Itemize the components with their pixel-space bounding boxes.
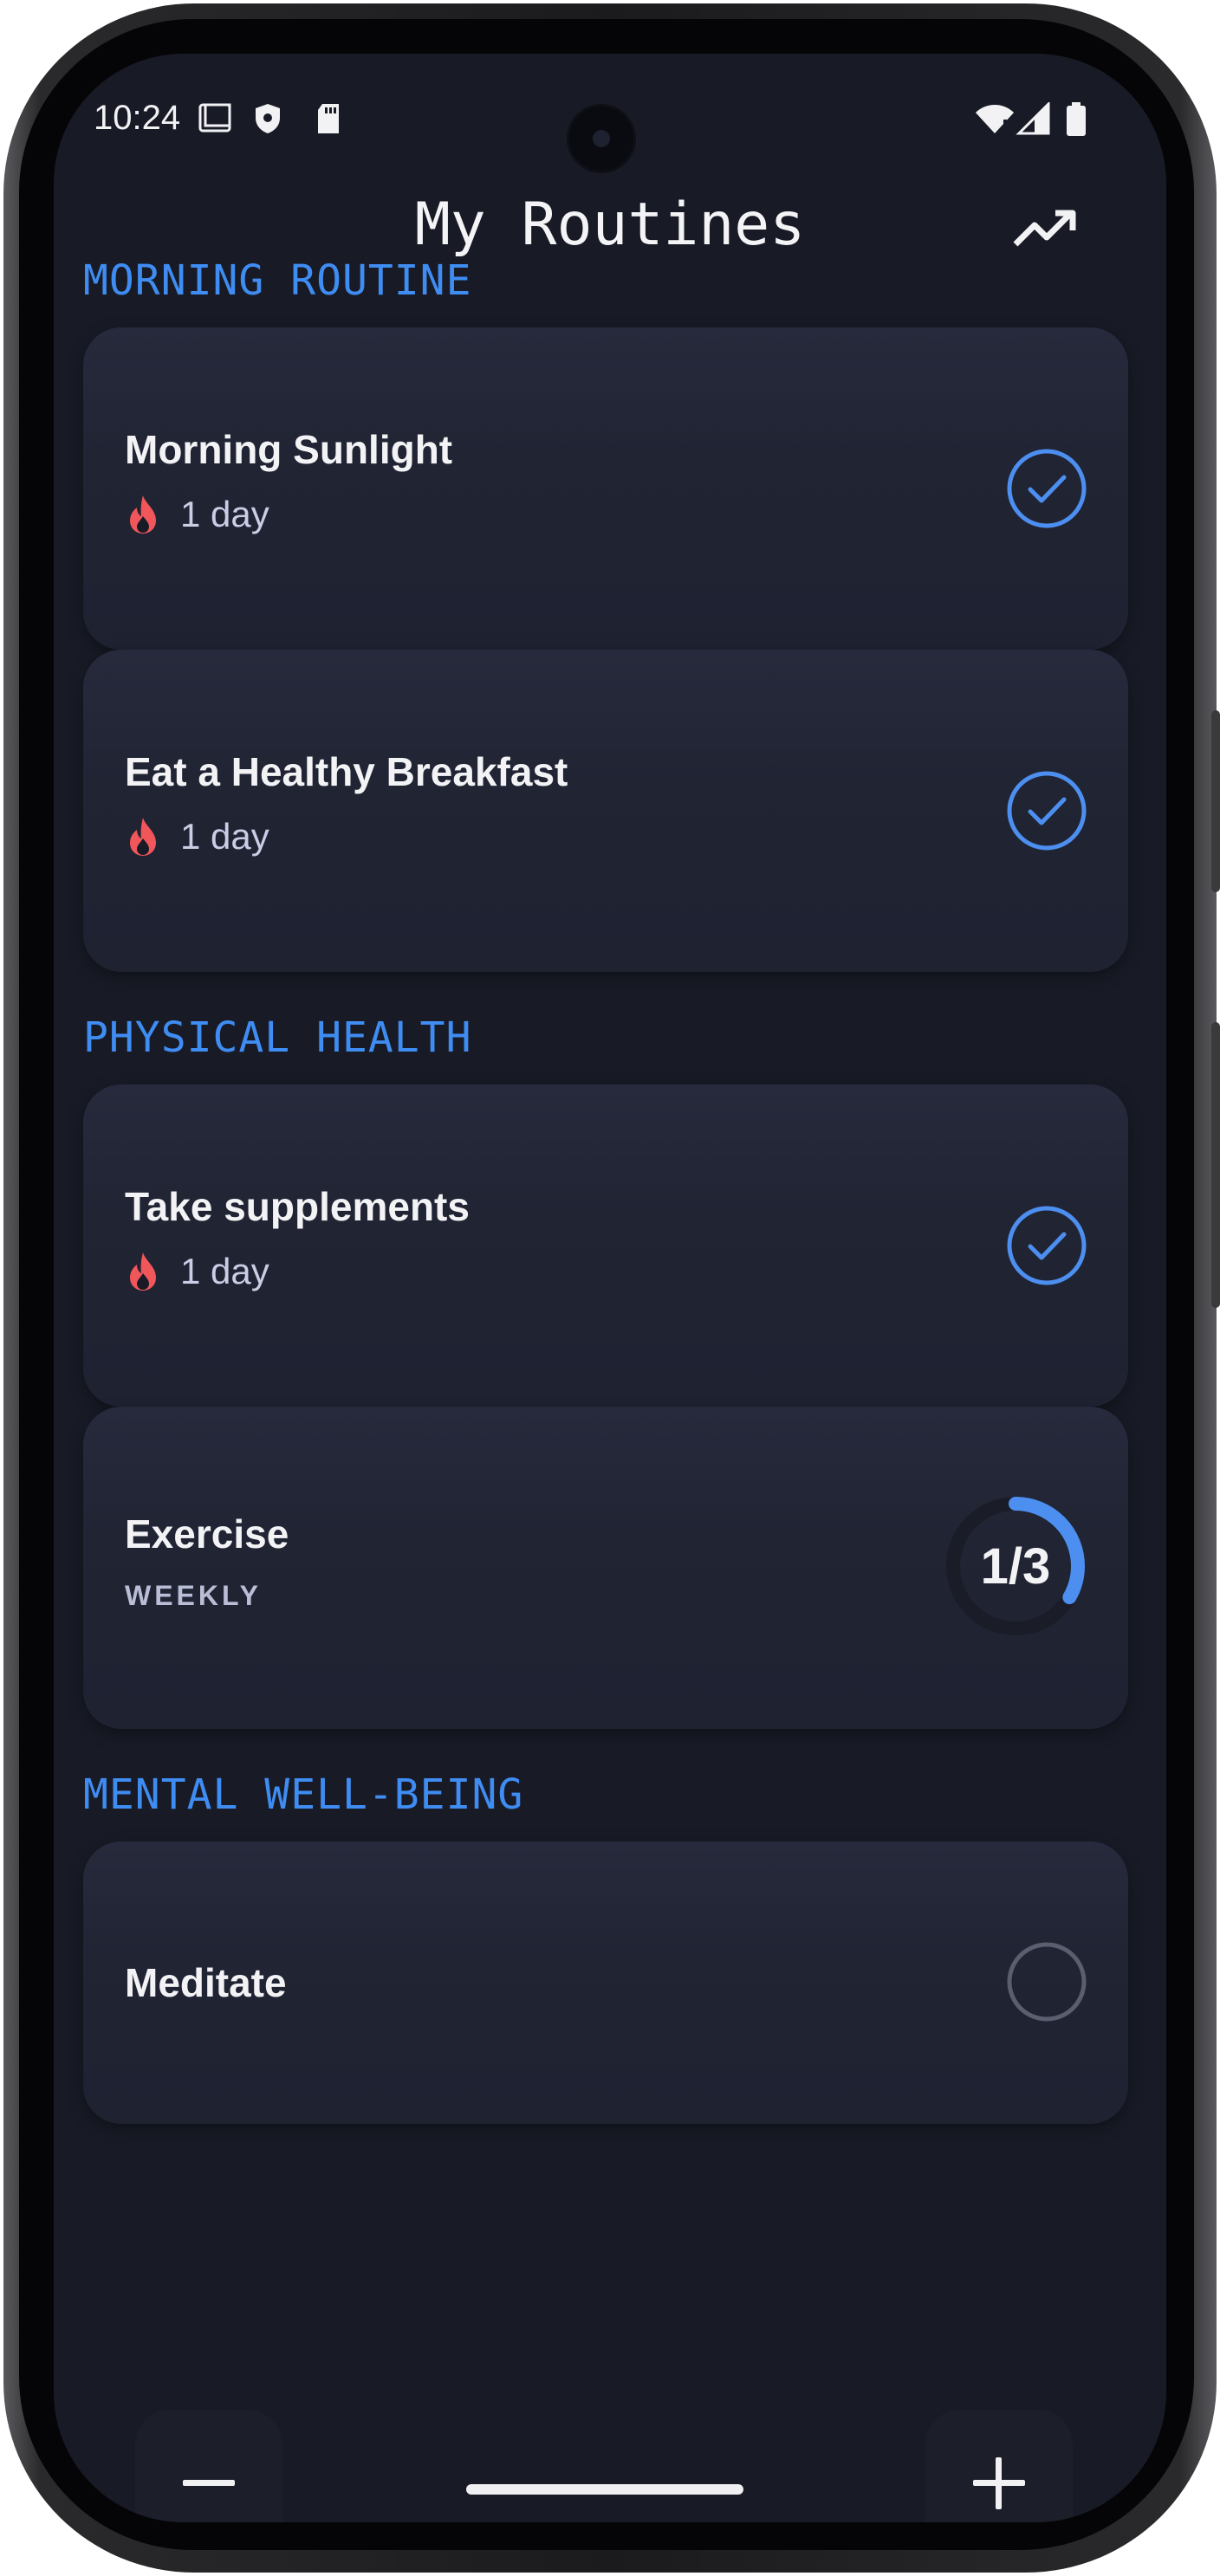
shield-icon — [256, 104, 280, 133]
completed-check-icon[interactable] — [1007, 1206, 1087, 1285]
volume-button — [1211, 1022, 1220, 1308]
streak-counter: 1 day — [125, 1251, 269, 1292]
weekly-progress-ring[interactable]: 1/3 — [944, 1495, 1087, 1637]
routine-card-eat-healthy-breakfast[interactable]: Eat a Healthy Breakfast 1 day — [83, 650, 1128, 972]
remove-button[interactable] — [135, 2410, 282, 2522]
trending-up-icon — [1013, 210, 1076, 247]
routine-card-take-supplements[interactable]: Take supplements 1 day — [83, 1084, 1128, 1407]
front-camera — [567, 104, 636, 173]
section-title-physical-health: PHYSICAL HEALTH — [83, 1013, 472, 1062]
streak-counter: 1 day — [125, 494, 269, 535]
stats-button[interactable] — [1010, 197, 1080, 258]
incomplete-circle-icon[interactable] — [1007, 1942, 1087, 2022]
screen-cast-icon — [198, 103, 231, 133]
section-title-morning-routine: MORNING ROUTINE — [83, 256, 472, 305]
routine-name: Take supplements — [125, 1184, 470, 1229]
minus-icon — [183, 2480, 235, 2486]
flame-icon — [130, 495, 156, 534]
streak-text: 1 day — [180, 816, 269, 857]
power-button — [1211, 710, 1220, 892]
signal-icon — [1016, 102, 1050, 135]
routine-card-meditate[interactable]: Meditate — [83, 1841, 1128, 2124]
add-button[interactable] — [925, 2410, 1073, 2522]
section-title-mental-well-being: MENTAL WELL-BEING — [83, 1770, 524, 1819]
status-time: 10:24 — [94, 99, 181, 137]
battery-icon — [1067, 102, 1086, 136]
page-title: My Routines — [414, 191, 806, 259]
routine-name: Exercise — [125, 1511, 289, 1557]
streak-counter: 1 day — [125, 816, 269, 858]
routine-name: Morning Sunlight — [125, 427, 453, 472]
completed-check-icon[interactable] — [1007, 771, 1087, 851]
streak-text: 1 day — [180, 494, 269, 534]
sd-card-icon — [318, 104, 339, 133]
plus-icon — [973, 2457, 1025, 2509]
progress-text: 1/3 — [980, 1537, 1051, 1595]
home-indicator[interactable] — [466, 2484, 743, 2495]
routine-name: Meditate — [125, 1960, 287, 2005]
routine-card-morning-sunlight[interactable]: Morning Sunlight 1 day — [83, 327, 1128, 650]
routine-card-exercise[interactable]: Exercise WEEKLY 1/3 — [83, 1407, 1128, 1729]
app-screen: 10:24 My Routines MORNING ROUTINE Mornin… — [54, 54, 1166, 2522]
wifi-icon — [976, 105, 1014, 133]
flame-icon — [130, 1252, 156, 1291]
flame-icon — [130, 818, 156, 856]
routine-name: Eat a Healthy Breakfast — [125, 749, 568, 794]
frequency-label: WEEKLY — [125, 1580, 262, 1611]
completed-check-icon[interactable] — [1007, 449, 1087, 528]
streak-text: 1 day — [180, 1251, 269, 1291]
